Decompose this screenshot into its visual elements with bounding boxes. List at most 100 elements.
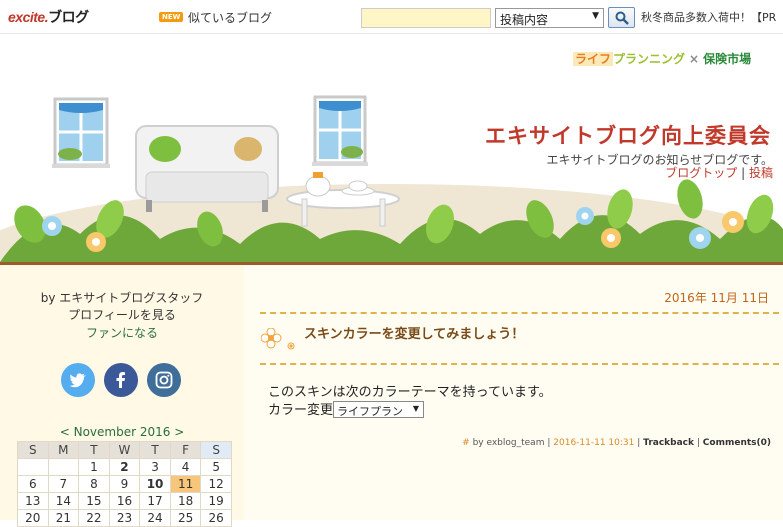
similar-blogs-link[interactable]: 似ているブログ xyxy=(188,9,272,26)
post-footer: # by exblog_team | 2016-11-11 10:31 | Tr… xyxy=(462,438,771,448)
calendar-day: 15 xyxy=(78,492,110,510)
calendar-day-today[interactable]: 11 xyxy=(169,475,202,493)
sidebar: by エキサイトブログスタッフ プロフィールを見る ファンになる < Novem… xyxy=(0,265,244,527)
promo-link[interactable]: 秋冬商品多数入荷中！【PR xyxy=(641,9,776,25)
calendar-day: 22 xyxy=(78,509,110,527)
calendar-header-row: S M T W T F S xyxy=(17,441,232,459)
blog-header: ライフ プランニング × 保険市場 エキサイトブログ向上委員会 エキサイトブログのお知… xyxy=(0,34,783,262)
link-separator: | xyxy=(741,166,746,180)
calendar-day: 17 xyxy=(139,492,171,510)
calendar-dow: W xyxy=(108,441,141,459)
post-author: by exblog_team xyxy=(472,438,545,448)
calendar-day: 20 xyxy=(17,509,49,527)
search-icon xyxy=(615,11,629,25)
blog-links: ブログトップ | 投稿 xyxy=(665,164,773,181)
calendar-day: 18 xyxy=(169,492,202,510)
search-scope-select[interactable]: 投稿内容 ▼ xyxy=(495,8,604,28)
sponsor-text-a: ライフ xyxy=(573,52,614,66)
color-theme-select[interactable]: ライフプラン ▼ xyxy=(333,401,424,418)
instagram-icon xyxy=(155,371,173,389)
top-bar: excite.ブログ NEW 似ているブログ 投稿内容 ▼ 秋冬商品多数入荷中！… xyxy=(0,0,783,34)
calendar-dow: T xyxy=(78,441,110,459)
calendar-day: 12 xyxy=(200,475,232,493)
calendar-day: 7 xyxy=(47,475,80,493)
calendar-day: 19 xyxy=(200,492,232,510)
facebook-button[interactable] xyxy=(104,363,138,397)
main-content: 2016年 11月 11日 スキンカラーを変更してみましょう！ このスキンは次の… xyxy=(244,265,783,520)
calendar-day: 8 xyxy=(78,475,110,493)
sponsor-banner[interactable]: ライフ プランニング × 保険市場 xyxy=(573,50,751,67)
calendar-dow: F xyxy=(169,441,202,459)
calendar-day xyxy=(47,458,80,476)
search-button[interactable] xyxy=(608,7,635,28)
post-body-text: このスキンは次のカラーテーマを持っています。 xyxy=(268,385,552,400)
dashed-divider xyxy=(260,363,779,365)
calendar-day: 9 xyxy=(108,475,141,493)
post-date: 2016年 11月 11日 xyxy=(664,291,769,305)
author-line: by エキサイトブログスタッフ xyxy=(40,291,204,305)
permalink-hash[interactable]: # xyxy=(462,438,470,448)
footer-separator: | xyxy=(696,438,700,448)
flower-icon xyxy=(261,328,295,350)
calendar-day: 6 xyxy=(17,475,49,493)
search-scope-value: 投稿内容 xyxy=(500,13,549,27)
excite-blog-logo[interactable]: excite.ブログ xyxy=(8,7,89,27)
instagram-button[interactable] xyxy=(147,363,181,397)
new-badge: NEW xyxy=(159,12,184,22)
facebook-icon xyxy=(116,372,125,388)
calendar-day: 5 xyxy=(200,458,232,476)
footer-separator: | xyxy=(637,438,641,448)
trackback-link[interactable]: Trackback xyxy=(643,438,694,448)
color-change-label: カラー変更 xyxy=(268,403,334,418)
logo-blog-text: ブログ xyxy=(48,9,89,25)
profile-link[interactable]: プロフィールを見る xyxy=(0,306,244,323)
calendar-day: 23 xyxy=(108,509,141,527)
calendar-day: 13 xyxy=(17,492,49,510)
chevron-down-icon: ▼ xyxy=(592,11,599,21)
search-input[interactable] xyxy=(361,8,491,28)
calendar-day: 25 xyxy=(169,509,202,527)
calendar-title[interactable]: < November 2016 > xyxy=(0,425,244,439)
calendar-day-link[interactable]: 10 xyxy=(139,475,171,493)
sponsor-text-b: プランニング xyxy=(613,52,686,66)
calendar-day: 14 xyxy=(47,492,80,510)
sofa-icon xyxy=(135,125,279,212)
color-theme-value: ライフプラン xyxy=(337,405,403,418)
blog-top-link[interactable]: ブログトップ xyxy=(665,166,737,180)
calendar-dow: T xyxy=(139,441,171,459)
sponsor-x: × xyxy=(689,52,700,66)
calendar-dow: S xyxy=(200,441,232,459)
plants-decoration xyxy=(0,179,783,262)
calendar-day: 1 xyxy=(78,458,110,476)
calendar-week: 6 7 8 9 10 11 12 xyxy=(17,475,232,493)
calendar-week: 13 14 15 16 17 18 19 xyxy=(17,492,232,510)
calendar-day: 26 xyxy=(200,509,232,527)
calendar-day: 4 xyxy=(169,458,202,476)
comments-link[interactable]: Comments(0) xyxy=(703,438,771,448)
post-title[interactable]: スキンカラーを変更してみましょう！ xyxy=(304,323,524,342)
calendar-day xyxy=(17,458,49,476)
twitter-icon xyxy=(69,373,86,388)
window-right-icon xyxy=(312,95,368,166)
post-link[interactable]: 投稿 xyxy=(749,166,773,180)
footer-separator: | xyxy=(547,438,551,448)
calendar-day: 21 xyxy=(47,509,80,527)
calendar-day-link[interactable]: 2 xyxy=(108,458,141,476)
post-timestamp[interactable]: 2016-11-11 10:31 xyxy=(553,438,634,448)
calendar: S M T W T F S 1 2 3 4 5 6 7 8 9 10 11 12… xyxy=(17,441,232,527)
dashed-divider xyxy=(260,312,779,314)
chevron-down-icon: ▼ xyxy=(412,404,419,413)
logo-excite-text: excite. xyxy=(8,9,49,25)
tea-table-icon xyxy=(286,172,400,227)
calendar-day: 3 xyxy=(139,458,171,476)
calendar-week: 1 2 3 4 5 xyxy=(17,458,232,476)
calendar-dow: M xyxy=(47,441,80,459)
calendar-day: 16 xyxy=(108,492,141,510)
sponsor-text-c: 保険市場 xyxy=(703,52,752,66)
calendar-day: 24 xyxy=(139,509,171,527)
fan-link[interactable]: ファンになる xyxy=(0,324,244,341)
blog-title[interactable]: エキサイトブログ向上委員会 xyxy=(485,120,771,150)
twitter-button[interactable] xyxy=(61,363,95,397)
calendar-week: 20 21 22 23 24 25 26 xyxy=(17,509,232,527)
window-left-icon xyxy=(52,97,110,168)
